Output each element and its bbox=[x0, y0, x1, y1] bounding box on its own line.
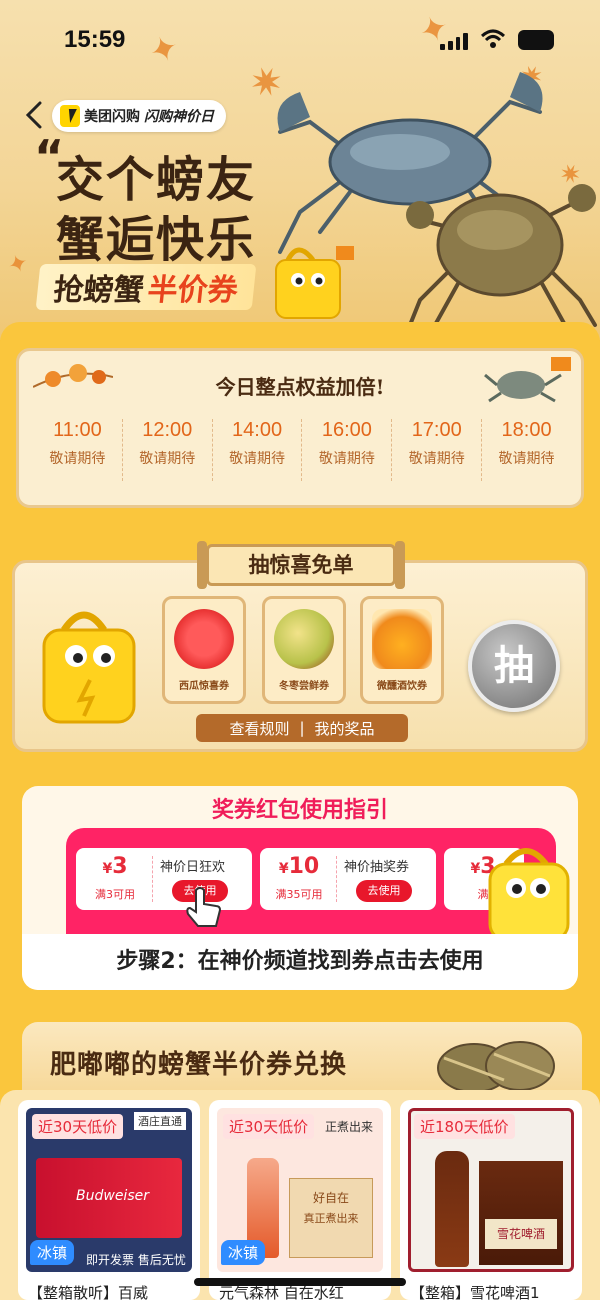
coupon-divider bbox=[152, 856, 153, 902]
slot-time: 16:00 bbox=[321, 419, 372, 441]
slot-status: 敬请期待 bbox=[139, 451, 196, 467]
time-slot[interactable]: 14:00 敬请期待 bbox=[213, 419, 303, 481]
product-card[interactable]: 雪花啤酒 近180天低价 【整箱】雪花啤酒1 bbox=[400, 1100, 582, 1300]
extra-tag: 正煮出来 bbox=[325, 1120, 374, 1134]
bottle-text: 雪花啤酒 bbox=[485, 1219, 557, 1249]
coupon-divider bbox=[336, 856, 337, 902]
hero-banner: ✦ ✷ ✦ ✷ ✦ ✷ 15:59 美团闪购 闪购神价日 “ 交个螃友 蟹逅快乐… bbox=[0, 0, 600, 340]
time-slot[interactable]: 18:00 敬请期待 bbox=[482, 419, 571, 481]
hairy-crab-illustration bbox=[406, 184, 597, 327]
product-name: 【整箱】雪花啤酒1 bbox=[410, 1284, 540, 1300]
slot-status: 敬请期待 bbox=[498, 451, 555, 467]
price-tag: 近30天低价 bbox=[223, 1114, 315, 1139]
status-bar: 15:59 bbox=[0, 0, 600, 80]
slot-time: 11:00 bbox=[53, 419, 102, 441]
beer-pack-icon: Budweiser bbox=[36, 1158, 182, 1238]
jujube-icon bbox=[274, 609, 334, 669]
coupon-name: 神价抽奖券 bbox=[344, 860, 410, 875]
prize-jujube[interactable]: 冬枣尝鲜券 bbox=[262, 596, 346, 704]
maple-leaf-icon: ✦ bbox=[3, 247, 33, 281]
wifi-icon bbox=[480, 29, 506, 48]
time-slot[interactable]: 12:00 敬请期待 bbox=[123, 419, 213, 481]
coupon-guide-card: 奖券红包使用指引 ¥3 满3可用 神价日狂欢 去使用 ¥10 满35可用 神价抽… bbox=[22, 786, 578, 990]
iced-badge: 冰镇 bbox=[30, 1240, 75, 1265]
brand-badge: 美团闪购 闪购神价日 bbox=[52, 100, 226, 132]
product-card[interactable]: 酒庄直通 Budweiser 即开发票 售后无忧 近30天低价 冰镇 【整箱散听… bbox=[18, 1100, 200, 1300]
bag-mascot-illustration bbox=[275, 246, 354, 319]
beer-mug-icon bbox=[372, 609, 432, 669]
tied-crabs-illustration bbox=[437, 1041, 555, 1093]
battery-icon bbox=[518, 30, 554, 50]
slot-status: 敬请期待 bbox=[49, 451, 106, 467]
box-text: 好自在 bbox=[312, 1191, 349, 1205]
coupon-value: ¥10 bbox=[278, 854, 320, 879]
price-tag: 近180天低价 bbox=[414, 1114, 515, 1139]
exchange-title: 肥嘟嘟的螃蟹半价券兑换 bbox=[50, 1050, 348, 1080]
slot-time: 18:00 bbox=[501, 419, 552, 441]
hero-title-line2: 蟹逅快乐 bbox=[56, 212, 257, 268]
watermelon-icon bbox=[174, 609, 234, 669]
iced-badge: 冰镇 bbox=[221, 1240, 266, 1265]
slot-status: 敬请期待 bbox=[318, 451, 375, 467]
guide-step-text: 步骤2：在神价频道找到券点击去使用 bbox=[22, 934, 578, 990]
slot-time: 14:00 bbox=[232, 419, 283, 441]
lottery-links: 查看规则 | 我的奖品 bbox=[196, 714, 408, 742]
beer-case-icon: 雪花啤酒 bbox=[479, 1161, 563, 1265]
bag-mascot-illustration bbox=[42, 611, 136, 724]
rules-link[interactable]: 查看规则 bbox=[229, 718, 289, 739]
prize-drink[interactable]: 微醺酒饮券 bbox=[360, 596, 444, 704]
product-card[interactable]: 好自在 真正煮出来 近30天低价 正煮出来 冰镇 元气森林 自在水红 bbox=[209, 1100, 391, 1300]
slot-status: 敬请期待 bbox=[408, 451, 465, 467]
slot-status: 敬请期待 bbox=[229, 451, 286, 467]
coupon-condition: 满3可用 bbox=[95, 888, 135, 901]
pack-text: Budweiser bbox=[76, 1188, 149, 1204]
prize-label: 冬枣尝鲜券 bbox=[279, 681, 329, 692]
coupon-name: 神价日狂欢 bbox=[160, 860, 226, 875]
pointing-hand-icon bbox=[186, 887, 222, 927]
back-arrow-icon[interactable] bbox=[22, 100, 46, 130]
product-name: 【整箱散听】百威 bbox=[28, 1284, 149, 1300]
status-time: 15:59 bbox=[64, 26, 126, 53]
coupon-condition: 满35可用 bbox=[275, 888, 323, 901]
draw-button[interactable]: 抽 bbox=[468, 620, 560, 712]
hero-slogan: 抢螃蟹 半价券 bbox=[35, 264, 257, 310]
beer-bottle-icon bbox=[435, 1151, 469, 1267]
coupon-item[interactable]: ¥10 满35可用 神价抽奖券 去使用 bbox=[260, 848, 436, 910]
slogan-prefix: 抢螃蟹 bbox=[51, 273, 146, 308]
store-tag: 酒庄直通 bbox=[134, 1112, 186, 1130]
hourly-rewards-title: 今日整点权益加倍! bbox=[215, 375, 385, 399]
flash-bag-icon bbox=[60, 105, 80, 127]
slot-time: 12:00 bbox=[142, 419, 193, 441]
time-slot-list: 11:00 敬请期待 12:00 敬请期待 14:00 敬请期待 16:00 敬… bbox=[33, 419, 571, 481]
time-slot[interactable]: 16:00 敬请期待 bbox=[302, 419, 393, 481]
link-separator: | bbox=[299, 719, 305, 737]
brand-name: 美团闪购 bbox=[84, 109, 140, 125]
time-slot[interactable]: 11:00 敬请期待 bbox=[33, 419, 123, 481]
prize-label: 西瓜惊喜券 bbox=[179, 681, 229, 692]
lottery-title: 抽惊喜免单 bbox=[197, 541, 405, 589]
box-sub: 真正煮出来 bbox=[303, 1212, 359, 1225]
price-tag: 近30天低价 bbox=[32, 1114, 124, 1139]
my-prizes-link[interactable]: 我的奖品 bbox=[315, 718, 375, 739]
prize-label: 微醺酒饮券 bbox=[377, 681, 427, 692]
prize-watermelon[interactable]: 西瓜惊喜券 bbox=[162, 596, 246, 704]
guide-title: 奖券红包使用指引 bbox=[211, 798, 388, 823]
cellular-signal-icon bbox=[440, 32, 468, 50]
home-indicator[interactable] bbox=[194, 1278, 406, 1286]
slogan-highlight: 半价券 bbox=[145, 273, 240, 308]
bag-mascot-illustration bbox=[488, 848, 570, 940]
slot-time: 17:00 bbox=[411, 419, 462, 441]
time-slot[interactable]: 17:00 敬请期待 bbox=[392, 419, 483, 481]
brand-subtitle: 闪购神价日 bbox=[144, 109, 214, 125]
coupon-value: ¥3 bbox=[102, 854, 128, 879]
service-text: 即开发票 售后无忧 bbox=[86, 1253, 186, 1267]
use-coupon-button[interactable]: 去使用 bbox=[356, 880, 412, 902]
hourly-rewards-card: 今日整点权益加倍! 11:00 敬请期待 12:00 敬请期待 14:00 敬请… bbox=[16, 348, 584, 508]
drink-box-icon: 好自在 真正煮出来 bbox=[289, 1178, 373, 1258]
